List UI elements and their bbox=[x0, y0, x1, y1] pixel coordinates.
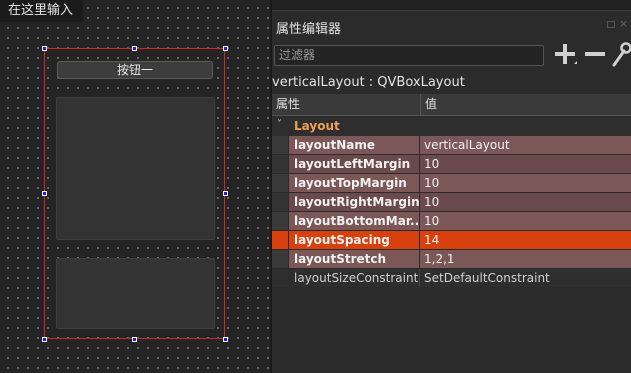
property-value[interactable]: 10 bbox=[420, 174, 631, 192]
resize-handle-top[interactable] bbox=[132, 46, 137, 51]
property-name: layoutBottomMar... bbox=[289, 212, 419, 230]
property-name: layoutSizeConstraint bbox=[289, 269, 419, 287]
property-value[interactable]: 1,2,1 bbox=[420, 250, 631, 268]
property-row[interactable]: layoutRightMargin 10 bbox=[272, 193, 631, 212]
property-row[interactable]: layoutBottomMar... 10 bbox=[272, 212, 631, 231]
form-canvas[interactable]: 在这里输入 按钮一 bbox=[0, 0, 270, 373]
group-label: Layout bbox=[294, 119, 340, 133]
property-value[interactable]: 10 bbox=[420, 155, 631, 173]
row-gutter bbox=[272, 136, 288, 154]
property-name: layoutStretch bbox=[289, 250, 419, 268]
filter-input[interactable]: 过滤器 bbox=[274, 45, 544, 66]
resize-handle-top-left[interactable] bbox=[42, 46, 47, 51]
resize-handle-bottom-right[interactable] bbox=[223, 337, 228, 342]
property-editor-title: 属性编辑器 bbox=[276, 22, 342, 37]
resize-handle-bottom-left[interactable] bbox=[42, 337, 47, 342]
plus-icon[interactable] bbox=[553, 42, 577, 66]
upper-dock-edge bbox=[272, 0, 631, 11]
property-value[interactable]: verticalLayout bbox=[420, 136, 631, 154]
row-gutter bbox=[272, 269, 288, 287]
property-row[interactable]: layoutSizeConstraint SetDefaultConstraint bbox=[272, 269, 631, 288]
property-name: layoutName bbox=[289, 136, 419, 154]
group-row-layout[interactable]: ˅ Layout bbox=[272, 117, 631, 136]
property-name: layoutRightMargin bbox=[289, 193, 419, 211]
resize-handle-bottom[interactable] bbox=[132, 337, 137, 342]
property-table-header: 属性 值 bbox=[272, 94, 631, 116]
row-gutter bbox=[272, 193, 288, 211]
row-gutter bbox=[272, 212, 288, 230]
object-class-label: verticalLayout : QVBoxLayout bbox=[272, 75, 465, 90]
property-name: layoutSpacing bbox=[289, 231, 419, 249]
dock-close-icon[interactable]: × bbox=[619, 17, 628, 30]
chevron-down-icon[interactable]: ˅ bbox=[277, 119, 282, 130]
row-gutter bbox=[272, 174, 288, 192]
resize-handle-right[interactable] bbox=[223, 191, 228, 196]
property-value[interactable]: 10 bbox=[420, 193, 631, 211]
push-button-one[interactable]: 按钮一 bbox=[57, 61, 213, 79]
type-here-hint[interactable]: 在这里输入 bbox=[0, 0, 84, 22]
property-value[interactable]: 14 bbox=[420, 231, 631, 249]
header-property[interactable]: 属性 bbox=[276, 94, 300, 115]
dock-float-icon[interactable] bbox=[607, 21, 615, 28]
layout-widget-bottom[interactable] bbox=[56, 258, 215, 329]
property-row[interactable]: layoutName verticalLayout bbox=[272, 136, 631, 155]
property-name: layoutLeftMargin bbox=[289, 155, 419, 173]
property-row[interactable]: layoutTopMargin 10 bbox=[272, 174, 631, 193]
row-gutter bbox=[272, 250, 288, 268]
header-separator[interactable] bbox=[420, 94, 421, 116]
resize-handle-top-right[interactable] bbox=[223, 46, 228, 51]
property-row[interactable]: layoutStretch 1,2,1 bbox=[272, 250, 631, 269]
wrench-icon[interactable] bbox=[610, 42, 631, 68]
property-row[interactable]: layoutSpacing 14 bbox=[272, 231, 631, 250]
minus-icon[interactable] bbox=[583, 42, 607, 66]
property-name: layoutTopMargin bbox=[289, 174, 419, 192]
property-row[interactable]: layoutLeftMargin 10 bbox=[272, 155, 631, 174]
row-gutter bbox=[272, 231, 288, 249]
resize-handle-left[interactable] bbox=[42, 191, 47, 196]
property-editor-dock: 属性编辑器 × 过滤器 verticalLayout : QVBoxLayout… bbox=[272, 0, 631, 373]
row-divider bbox=[272, 287, 631, 288]
property-value[interactable]: 10 bbox=[420, 212, 631, 230]
layout-widget-top[interactable] bbox=[56, 97, 215, 240]
row-gutter bbox=[272, 155, 288, 173]
property-value[interactable]: SetDefaultConstraint bbox=[420, 269, 631, 287]
header-value[interactable]: 值 bbox=[425, 94, 437, 115]
